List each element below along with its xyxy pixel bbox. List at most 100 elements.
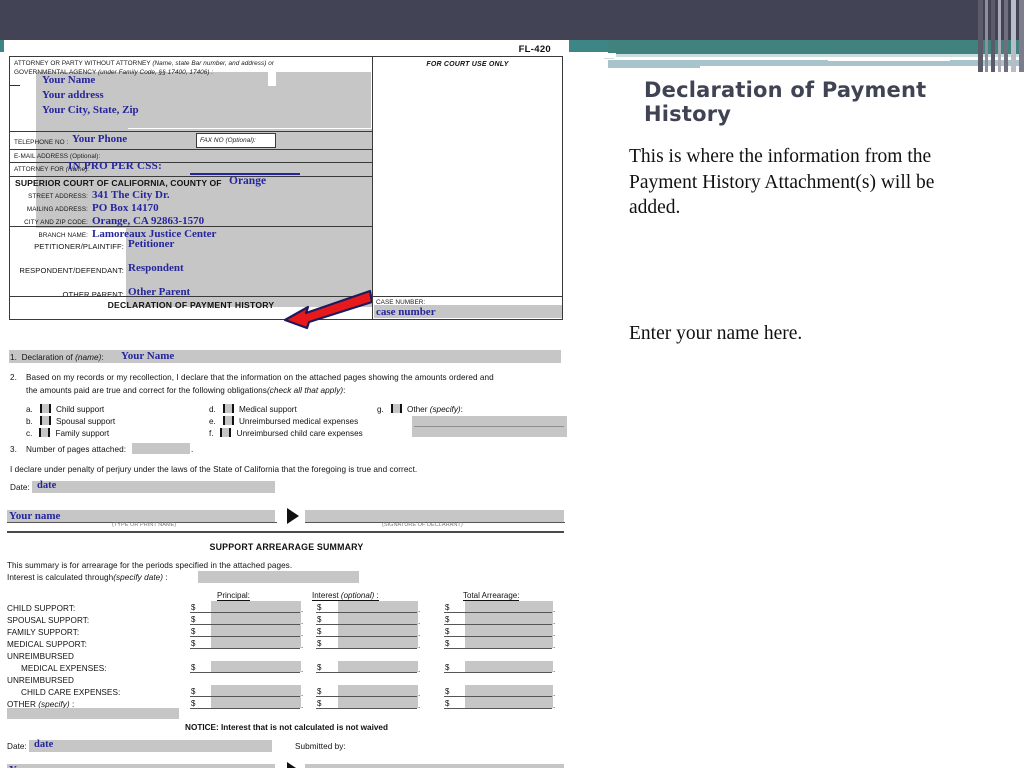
dot-i7: . xyxy=(418,701,421,710)
arrearage-line-i4 xyxy=(316,648,417,649)
dollar-p4: $ xyxy=(191,639,196,648)
dot-t2: . xyxy=(553,617,556,626)
arrearage-line-i3 xyxy=(316,636,417,637)
date2-field-shade xyxy=(29,740,272,752)
case-number-value[interactable]: case number xyxy=(376,306,436,318)
date2-value[interactable]: date xyxy=(34,739,53,750)
arrearage-line-t1 xyxy=(444,612,552,613)
checkbox-row-a[interactable]: a. Child support xyxy=(26,404,104,414)
checkbox-row-e[interactable]: e. Unreimbursed medical expenses xyxy=(209,416,358,426)
checkbox-f-icon[interactable] xyxy=(220,428,232,437)
petitioner-value[interactable]: Petitioner xyxy=(128,238,174,250)
mailing-address-value[interactable]: PO Box 14170 xyxy=(92,202,159,214)
arrearage-col-header-total: Total Arrearage: xyxy=(463,591,520,601)
signature1-name-caption: (TYPE OR PRINT NAME) xyxy=(112,522,177,528)
arrearage-line-t7 xyxy=(444,708,552,709)
dollar-p5: $ xyxy=(191,663,196,672)
slide-body-text: This is where the information from the P… xyxy=(629,146,935,219)
checkbox-c-icon[interactable] xyxy=(39,428,51,437)
arrearage-principal-shade-medexp[interactable] xyxy=(211,661,301,672)
telephone-value[interactable]: Your Phone xyxy=(72,133,127,145)
fax-field-box[interactable]: FAX NO (Optional): xyxy=(196,133,276,148)
header-divider-3 xyxy=(10,162,372,163)
attorney-citystatezip-value: Your City, State, Zip xyxy=(42,104,139,117)
respondent-value[interactable]: Respondent xyxy=(128,262,184,274)
checkbox-letter-f: f. xyxy=(209,429,214,438)
signature1-sign-field[interactable] xyxy=(305,510,564,522)
dollar-i6: $ xyxy=(317,687,322,696)
callout-instruction-text: Enter your name here. xyxy=(629,323,803,344)
checkbox-letter-a: a. xyxy=(26,405,33,414)
attorney-name-value: Your Name xyxy=(42,74,96,86)
signature2-sign-field[interactable] xyxy=(305,764,564,768)
checkbox-g-icon[interactable] xyxy=(390,404,402,413)
arrearage-row-label-child-care-expenses: CHILD CARE EXPENSES: xyxy=(21,688,121,697)
checkbox-label-a: Child support xyxy=(55,405,105,414)
date1-value[interactable]: date xyxy=(37,480,56,491)
dot-p6: . xyxy=(301,689,304,698)
arrearage-line-i6 xyxy=(316,696,417,697)
checkbox-row-g[interactable]: g. Other (specify): xyxy=(377,404,463,414)
item3-field[interactable] xyxy=(132,443,190,454)
arrearage-col-interest-main: Interest xyxy=(312,591,339,600)
item2-line1: Based on my records or my recollection, … xyxy=(26,373,494,382)
checkbox-row-f[interactable]: f. Unreimbursed child care expenses xyxy=(209,428,363,438)
street-address-value[interactable]: 341 The City Dr. xyxy=(92,189,170,201)
dot-i2: . xyxy=(418,617,421,626)
attorney-label-line1-italic: (Name, state Bar number, and address) or xyxy=(152,60,275,67)
attorney-for-value[interactable]: IN PRO PER CSS: xyxy=(68,160,162,172)
branch-name-label: BRANCH NAME: xyxy=(38,232,88,239)
checkbox-a-icon[interactable] xyxy=(39,404,51,413)
dollar-t2: $ xyxy=(445,615,450,624)
dollar-t3: $ xyxy=(445,627,450,636)
dollar-i7: $ xyxy=(317,699,322,708)
attorney-label-line1: ATTORNEY OR PARTY WITHOUT ATTORNEY xyxy=(14,60,151,67)
checkbox-e-icon[interactable] xyxy=(222,416,234,425)
arrearage-interest-shade-medexp[interactable] xyxy=(338,661,418,672)
checkbox-b-icon[interactable] xyxy=(39,416,51,425)
fax-label: FAX NO (Optional): xyxy=(200,137,256,144)
dot-t5: . xyxy=(553,665,556,674)
arrearage-total-shade-medexp[interactable] xyxy=(465,661,553,672)
arrearage-line2-colon: : xyxy=(165,573,168,582)
dot-t3: . xyxy=(553,629,556,638)
header-divider-4 xyxy=(10,176,372,177)
attorney-entered-values[interactable]: Your Name Your address Your City, State,… xyxy=(42,73,139,119)
dot-i5: . xyxy=(418,665,421,674)
dollar-p1: $ xyxy=(191,603,196,612)
item2-line2-colon: : xyxy=(343,386,346,395)
dot-i4: . xyxy=(418,641,421,650)
arrearage-line-p6 xyxy=(190,696,300,697)
item2-line2: the amounts paid are true and correct fo… xyxy=(26,386,556,395)
dot-i3: . xyxy=(418,629,421,638)
banner-white-line-2 xyxy=(828,57,950,61)
arrearage-line-i5 xyxy=(316,672,417,673)
arrearage-line-t6 xyxy=(444,696,552,697)
checkbox-row-b[interactable]: b. Spousal support xyxy=(26,416,115,426)
banner-stripe-6 xyxy=(1011,0,1016,72)
county-value[interactable]: Orange xyxy=(229,175,266,187)
for-court-use-only-label: FOR COURT USE ONLY xyxy=(426,61,509,68)
arrearage-other-specify-field[interactable] xyxy=(7,708,179,719)
checkbox-row-c[interactable]: c. Family support xyxy=(26,428,109,438)
checkbox-letter-e: e. xyxy=(209,417,216,426)
submitted-by-label: Submitted by: xyxy=(295,742,346,751)
dollar-t7: $ xyxy=(445,699,450,708)
dot-t4: . xyxy=(553,641,556,650)
dot-p1: . xyxy=(301,605,304,614)
item1-italic: (name) xyxy=(75,353,102,362)
checkbox-letter-c: c. xyxy=(26,429,33,438)
dollar-t4: $ xyxy=(445,639,450,648)
arrearage-interest-date-field[interactable] xyxy=(198,571,359,583)
checkbox-row-d[interactable]: d. Medical support xyxy=(209,404,297,414)
item1-value[interactable]: Your Name xyxy=(121,350,174,362)
checkbox-d-icon[interactable] xyxy=(222,404,234,413)
arrearage-line-p4 xyxy=(190,648,300,649)
dollar-i3: $ xyxy=(317,627,322,636)
checkbox-label-g: Other xyxy=(406,405,428,414)
checkbox-letter-b: b. xyxy=(26,417,33,426)
other-parent-label: OTHER PARENT: xyxy=(62,290,124,299)
signature1-name-value: Your name xyxy=(9,510,61,522)
arrearage-line1: This summary is for arrearage for the pe… xyxy=(7,561,293,570)
section-separator xyxy=(7,531,564,533)
